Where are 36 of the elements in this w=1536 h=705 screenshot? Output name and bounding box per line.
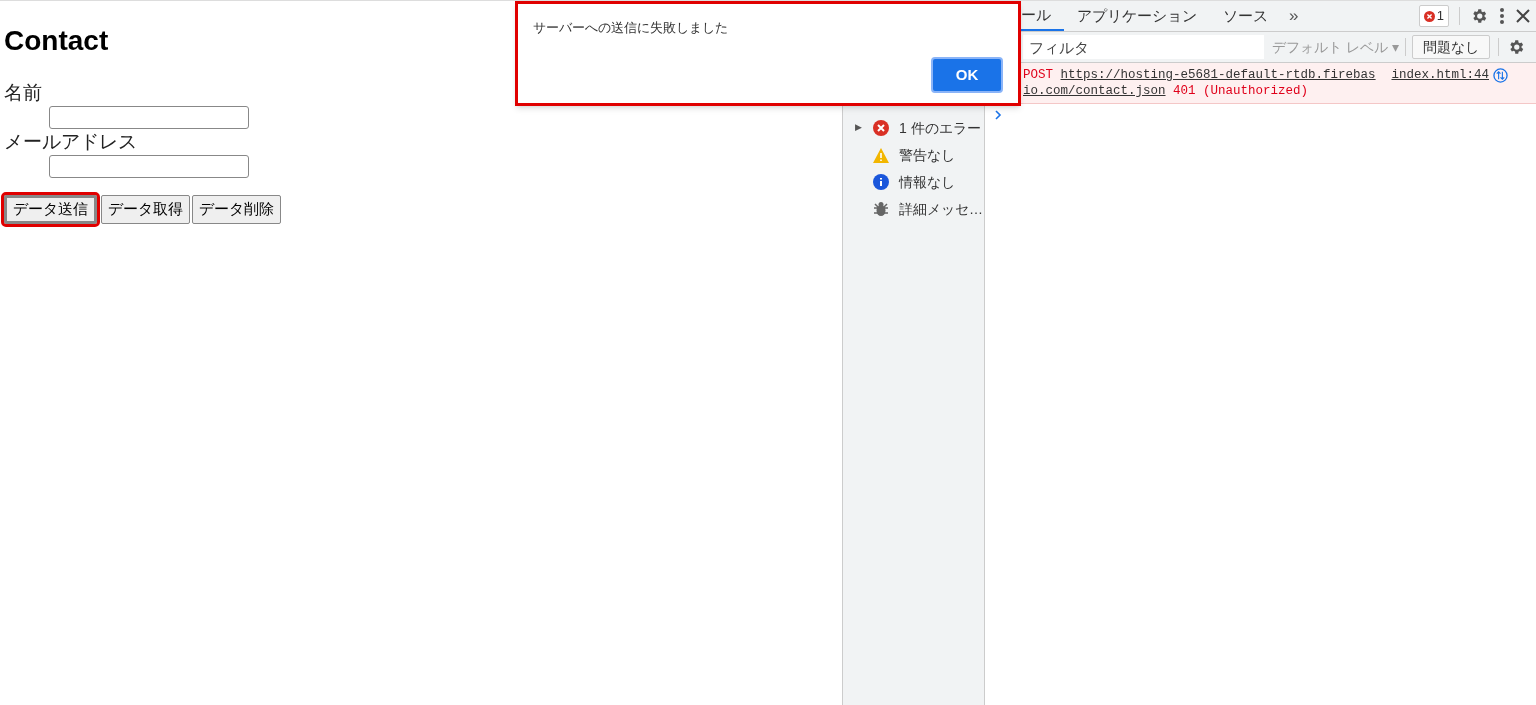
alert-message: サーバーへの送信に失敗しました: [533, 19, 728, 37]
source-link[interactable]: index.html:44: [1391, 67, 1489, 99]
action-button[interactable]: データ送信: [4, 195, 97, 224]
error-count: 1: [1436, 7, 1444, 26]
bug-icon: [873, 201, 889, 217]
issues-button[interactable]: 問題なし: [1411, 35, 1490, 59]
devtools-tab[interactable]: アプリケーション: [1064, 1, 1210, 31]
page-heading: Contact: [4, 24, 109, 58]
text-input[interactable]: [49, 106, 249, 129]
warning-icon: [873, 147, 889, 163]
devtools-tab[interactable]: ソース: [1210, 1, 1281, 31]
sidebar-item[interactable]: ▶ 1 件のエラー: [855, 119, 984, 137]
request-url-link[interactable]: https://hosting-e5681-default-rtdb.firebas: [1060, 68, 1376, 82]
status-text: 401 (Unauthorized): [1173, 84, 1309, 98]
sidebar-item[interactable]: 詳細メッセ…: [855, 200, 984, 218]
info-icon: [873, 174, 889, 190]
sidebar-item[interactable]: 警告なし: [855, 146, 984, 164]
close-icon[interactable]: [1516, 9, 1530, 23]
field-label: メールアドレス: [4, 130, 137, 154]
request-url-link[interactable]: io.com/contact.json: [1023, 84, 1166, 98]
more-options-icon[interactable]: [1500, 8, 1504, 24]
expand-arrow-icon[interactable]: ▶: [855, 121, 863, 135]
sidebar-item[interactable]: 情報なし: [855, 173, 984, 191]
network-icon[interactable]: [1493, 68, 1508, 83]
error-count-badge[interactable]: 1: [1418, 5, 1449, 27]
ok-button[interactable]: OK: [931, 57, 1003, 93]
error-icon: [873, 120, 889, 136]
field-label: 名前: [4, 81, 42, 105]
action-button[interactable]: データ削除: [192, 195, 281, 224]
more-tabs-button[interactable]: »: [1281, 3, 1307, 29]
text-input[interactable]: [49, 155, 249, 178]
action-button[interactable]: データ取得: [101, 195, 190, 224]
filter-input[interactable]: フィルタ: [1023, 35, 1264, 59]
error-icon: [1423, 10, 1435, 22]
request-method: POST: [1023, 68, 1053, 82]
prompt-chevron-icon: [995, 110, 1002, 120]
